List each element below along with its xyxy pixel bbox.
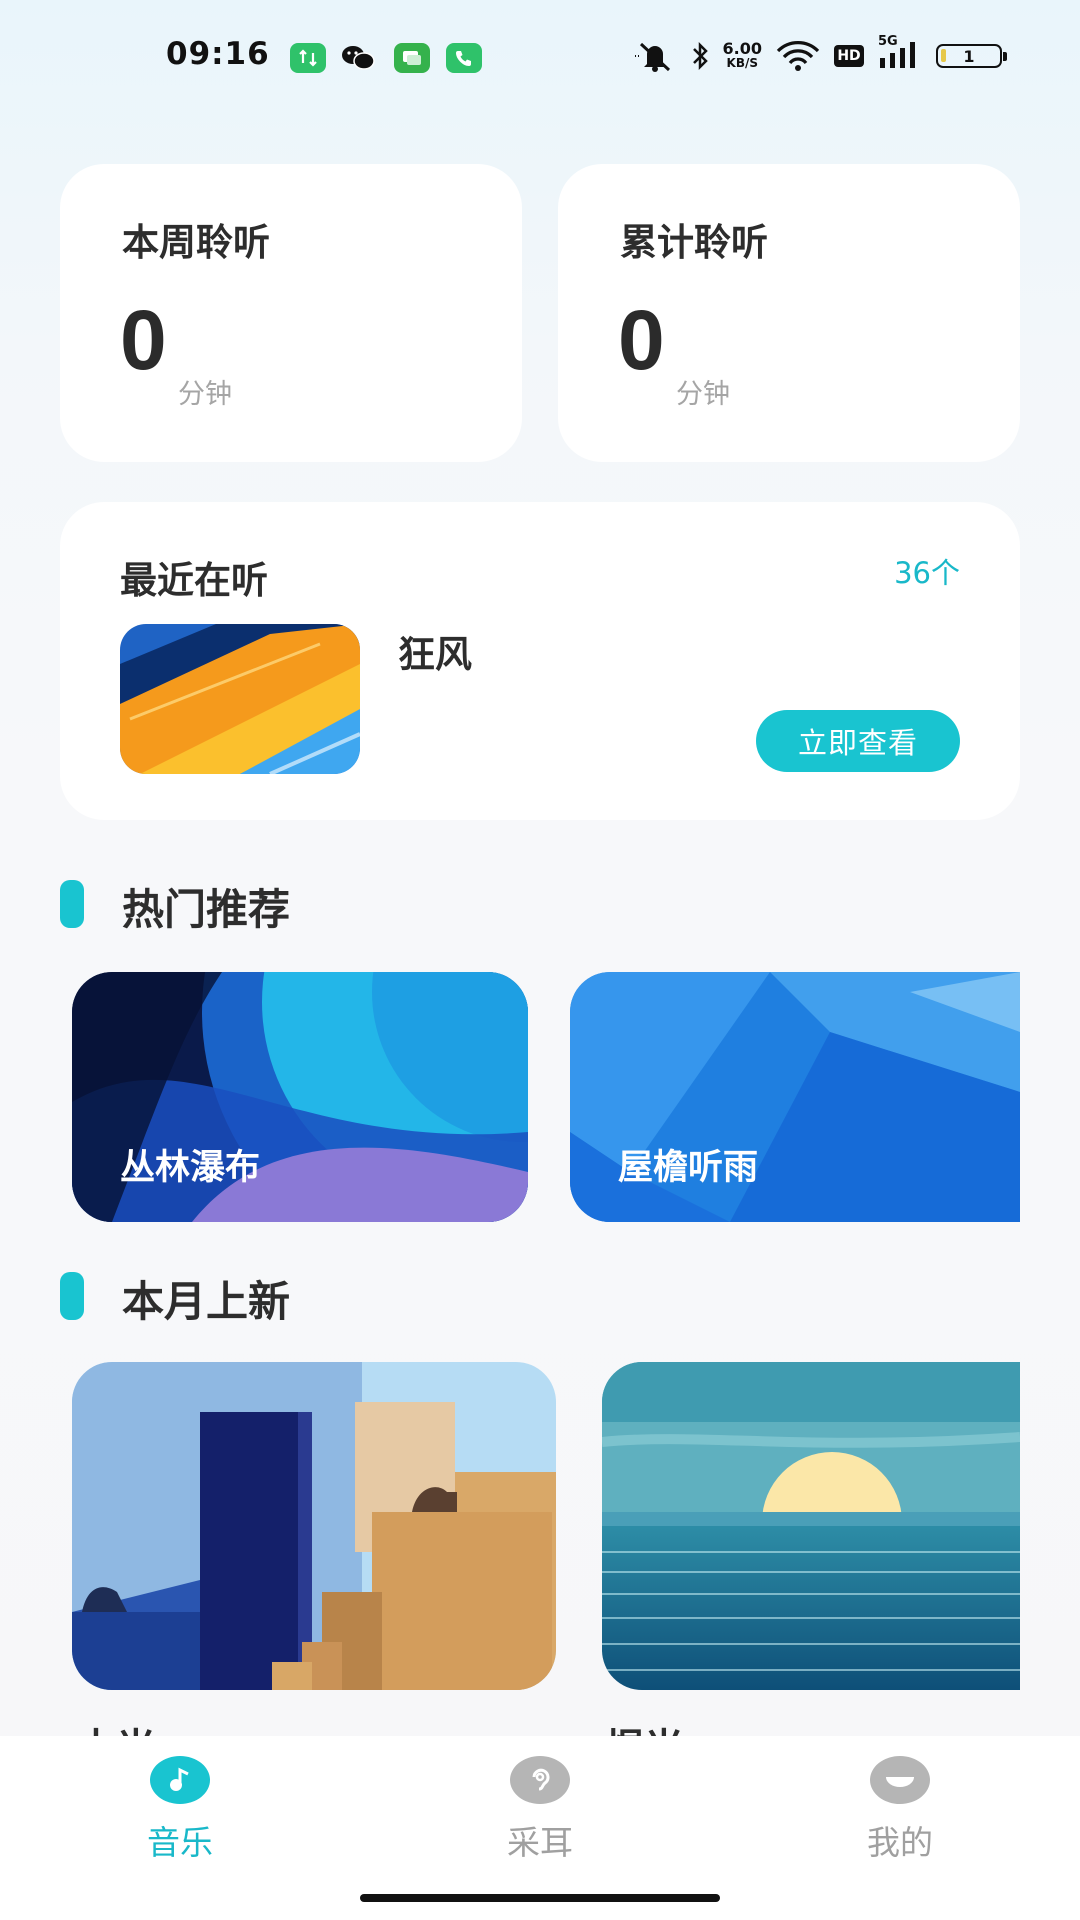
- profile-face-icon: [870, 1756, 930, 1804]
- transfer-app-icon: [290, 43, 326, 73]
- nav-label: 我的: [867, 1823, 933, 1862]
- hot-item-card[interactable]: 屋檐听雨: [570, 972, 1020, 1222]
- stat-title: 本周聆听: [122, 221, 270, 264]
- hot-item-label: 屋檐听雨: [618, 1148, 759, 1188]
- view-now-button[interactable]: 立即查看: [756, 710, 960, 772]
- recent-count[interactable]: 36个: [894, 550, 960, 592]
- bluetooth-icon: [691, 41, 709, 71]
- recent-listening-card[interactable]: 最近在听 36个 狂风 立即查看: [60, 502, 1020, 820]
- mute-icon: [633, 40, 677, 72]
- section-marker: [60, 1272, 84, 1320]
- hot-item-card[interactable]: 丛林瀑布: [72, 972, 528, 1222]
- home-indicator[interactable]: [360, 1894, 720, 1902]
- hd-badge: HD: [834, 45, 864, 67]
- new-section-title: 本月上新: [122, 1277, 291, 1326]
- stat-unit: 分钟: [676, 379, 730, 410]
- recent-title: 最近在听: [120, 559, 268, 602]
- nav-tab-profile[interactable]: 我的: [800, 1756, 1000, 1864]
- status-bar: 09:16 6.00 KB/S HD 5G 1: [0, 0, 1080, 114]
- weekly-listening-card: 本周聆听 0 分钟: [60, 164, 522, 462]
- hot-section-title: 热门推荐: [122, 885, 291, 934]
- wechat-icon: [340, 43, 376, 73]
- nav-tab-music[interactable]: 音乐: [80, 1756, 280, 1864]
- recent-cover-image[interactable]: [120, 624, 360, 774]
- nav-tab-ear[interactable]: 采耳: [440, 1756, 640, 1864]
- bottom-navigation: 音乐 采耳 我的: [0, 1736, 1080, 1920]
- new-item-card[interactable]: [602, 1362, 1020, 1690]
- hot-item-label: 丛林瀑布: [120, 1148, 261, 1188]
- cellular-signal-icon: 5G: [878, 34, 922, 72]
- status-time: 09:16: [166, 36, 270, 72]
- network-speed: 6.00 KB/S: [722, 39, 762, 71]
- nav-label: 音乐: [147, 1823, 213, 1862]
- phone-app-icon: [446, 43, 482, 73]
- stat-value: 0: [120, 293, 167, 387]
- section-marker: [60, 880, 84, 928]
- stat-title: 累计聆听: [620, 221, 768, 264]
- stat-unit: 分钟: [178, 379, 232, 410]
- total-listening-card: 累计聆听 0 分钟: [558, 164, 1020, 462]
- messages-app-icon: [394, 43, 430, 73]
- ear-icon: [510, 1756, 570, 1804]
- stat-value: 0: [618, 293, 665, 387]
- new-item-card[interactable]: [72, 1362, 556, 1690]
- music-note-icon: [150, 1756, 210, 1804]
- recent-song-title: 狂风: [398, 633, 472, 676]
- battery-icon: 1: [936, 44, 1007, 68]
- wifi-icon: [776, 40, 820, 72]
- nav-label: 采耳: [507, 1823, 573, 1862]
